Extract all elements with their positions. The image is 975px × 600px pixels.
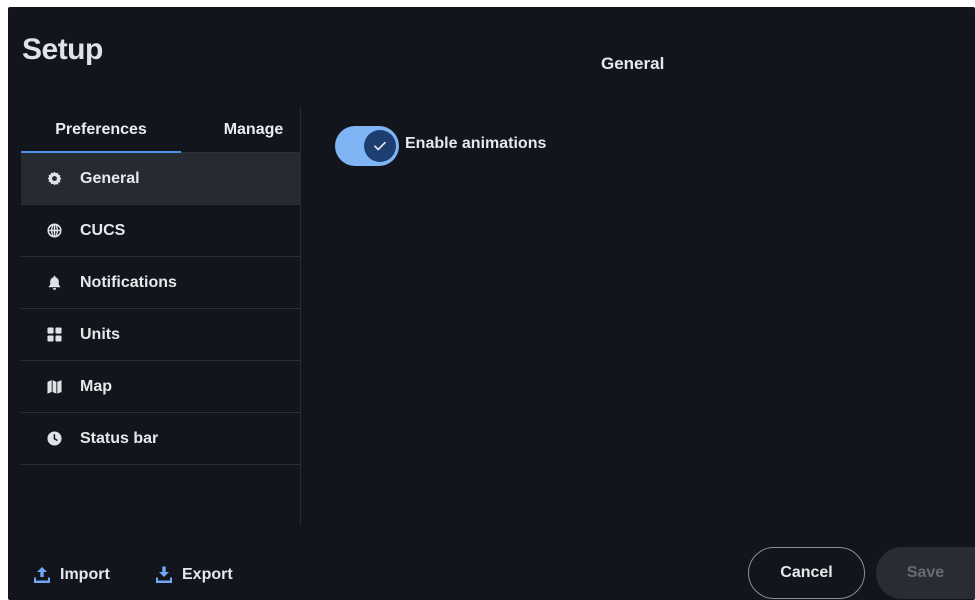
sidebar-item-units[interactable]: Units xyxy=(21,309,300,361)
dialog-title: Setup xyxy=(22,33,103,66)
tab-preferences[interactable]: Preferences xyxy=(21,107,181,153)
bell-icon xyxy=(47,275,62,290)
panel-title: General xyxy=(601,54,665,73)
sidebar-item-label: Status bar xyxy=(80,429,159,447)
save-button[interactable]: Save xyxy=(876,547,975,599)
globe-icon xyxy=(47,223,62,238)
sidebar-item-label: Units xyxy=(80,325,120,343)
cancel-button[interactable]: Cancel xyxy=(748,547,865,599)
sidebar: Preferences Manage General CUCS Notifica… xyxy=(21,107,301,525)
sidebar-item-cucs[interactable]: CUCS xyxy=(21,205,300,257)
upload-icon xyxy=(34,567,50,583)
gear-icon xyxy=(47,171,62,186)
enable-animations-toggle[interactable] xyxy=(335,126,399,166)
tab-manage[interactable]: Manage xyxy=(181,107,301,153)
import-label: Import xyxy=(60,566,110,583)
sidebar-item-status-bar[interactable]: Status bar xyxy=(21,413,300,465)
check-icon xyxy=(374,141,386,151)
map-icon xyxy=(47,379,62,394)
export-button[interactable]: Export xyxy=(154,563,233,587)
tab-bar: Preferences Manage xyxy=(21,107,300,153)
setup-dialog: Setup Preferences Manage General CUCS No… xyxy=(8,7,975,600)
clock-icon xyxy=(47,431,62,446)
import-button[interactable]: Import xyxy=(32,563,110,587)
enable-animations-label: Enable animations xyxy=(405,135,547,152)
sidebar-item-map[interactable]: Map xyxy=(21,361,300,413)
sidebar-item-label: Notifications xyxy=(80,273,177,291)
download-icon xyxy=(156,566,172,583)
sidebar-item-label: Map xyxy=(80,377,112,395)
toggle-knob xyxy=(364,130,396,162)
grid-icon xyxy=(47,327,62,342)
export-label: Export xyxy=(182,566,233,583)
sidebar-item-notifications[interactable]: Notifications xyxy=(21,257,300,309)
sidebar-item-label: General xyxy=(80,169,140,187)
sidebar-item-general[interactable]: General xyxy=(21,153,300,205)
sidebar-item-label: CUCS xyxy=(80,221,126,239)
